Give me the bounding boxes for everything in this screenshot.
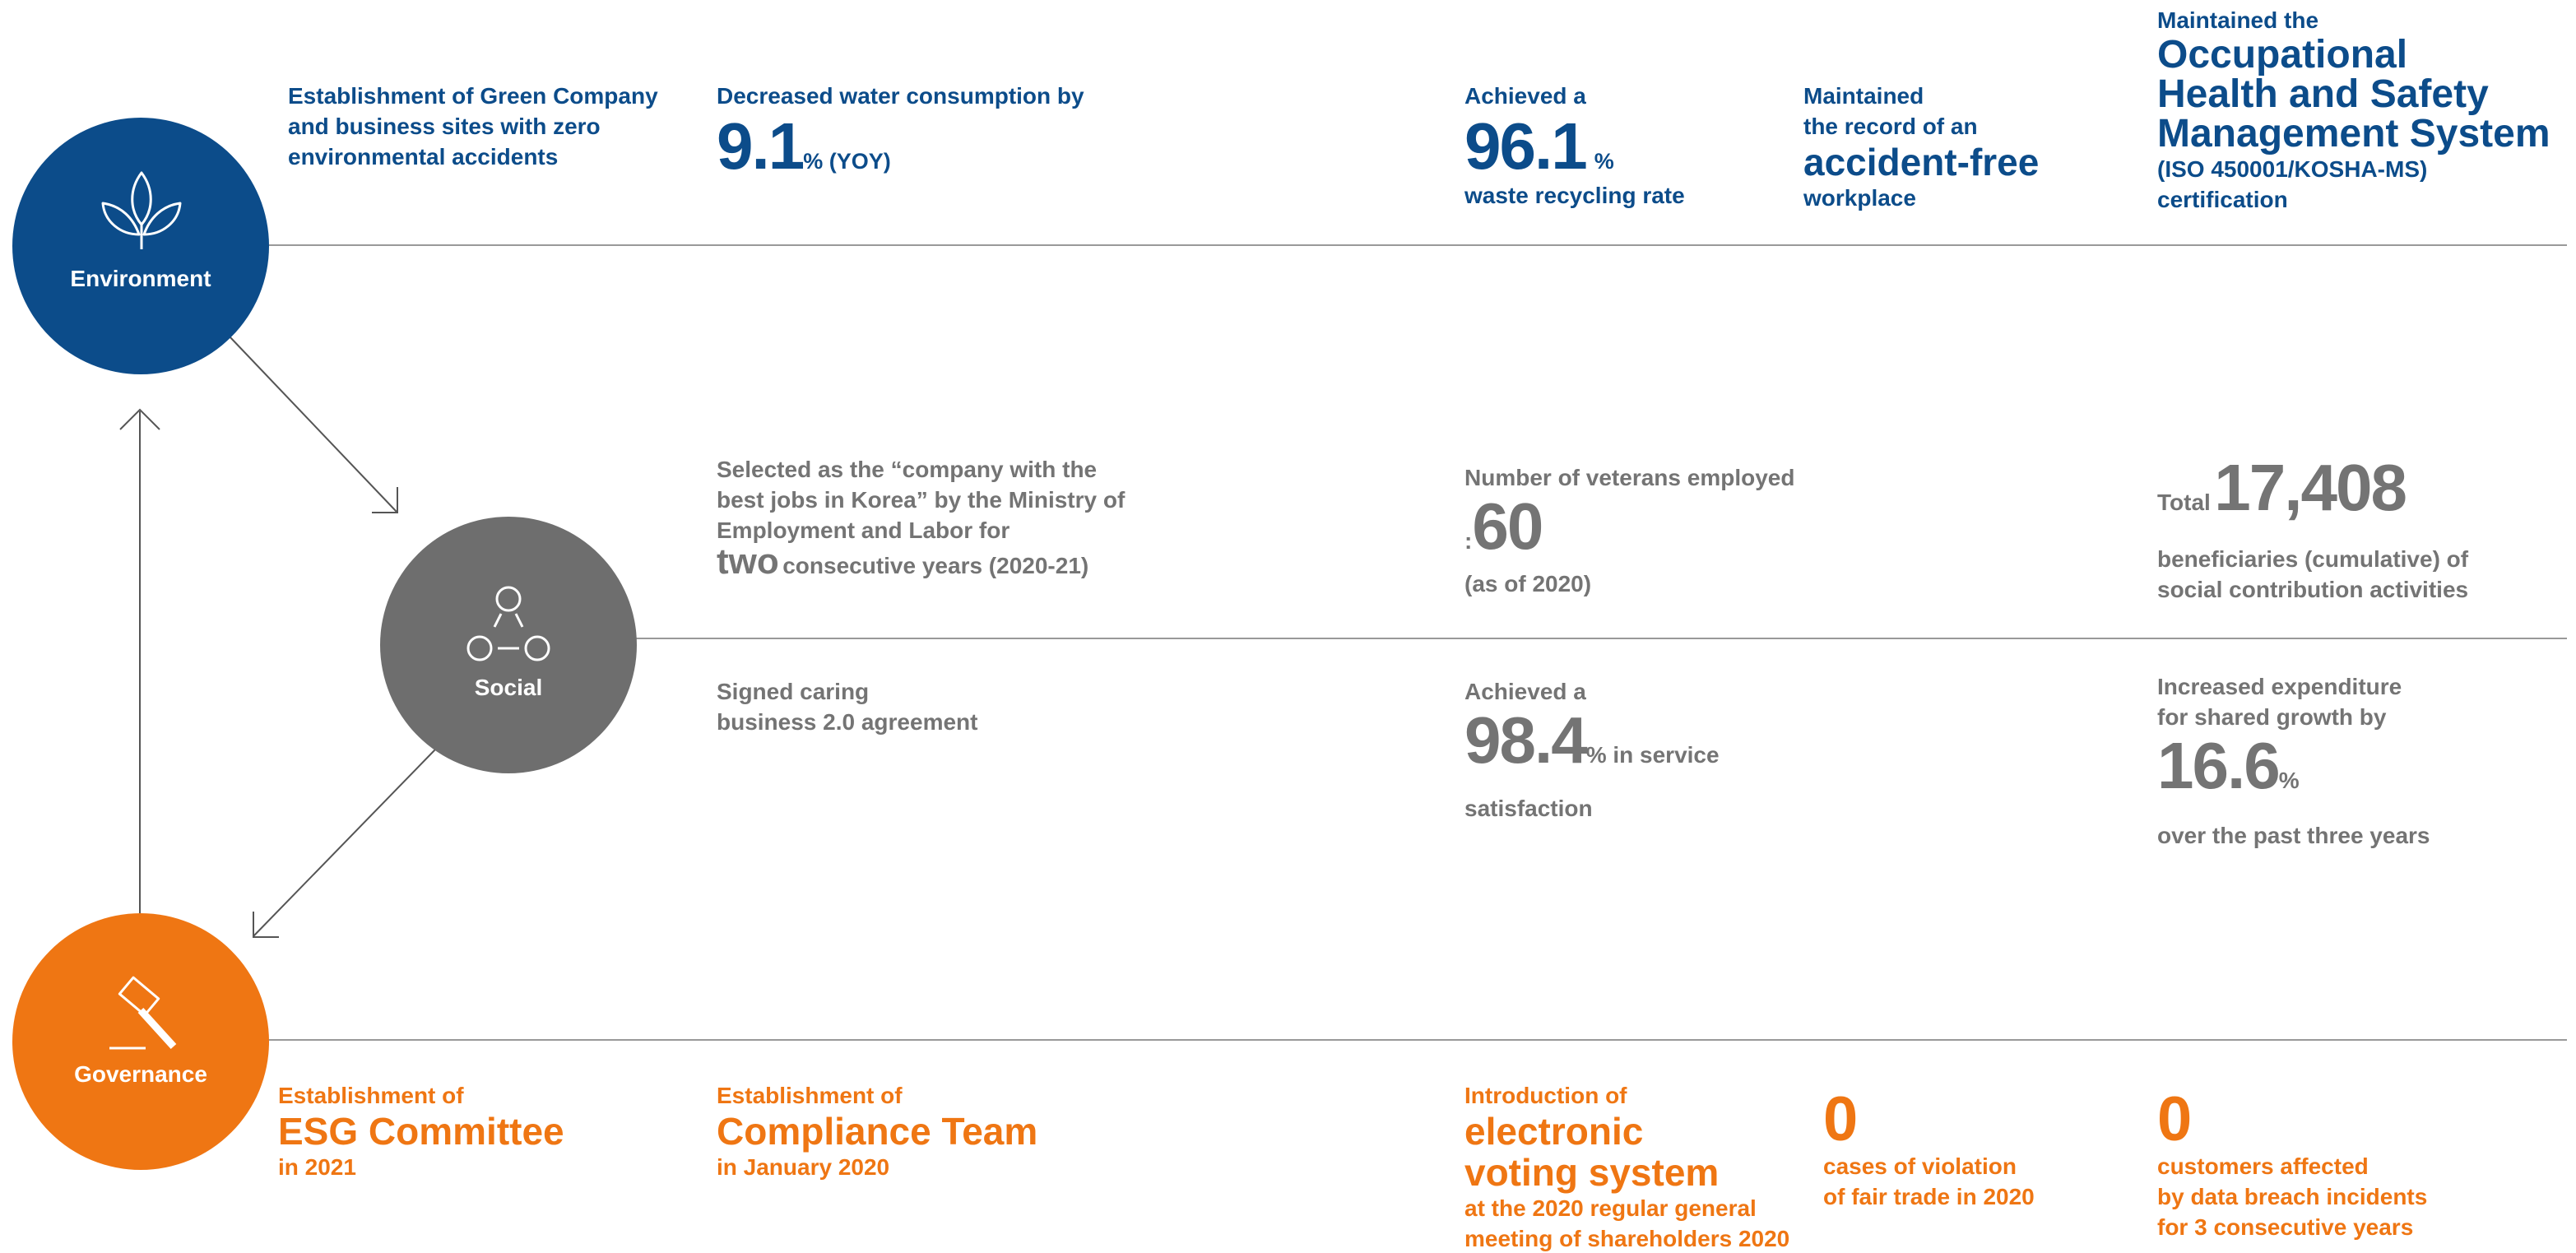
env-ohs-management: Maintained the Occupational Health and S…	[2157, 7, 2550, 212]
governance-circle: Governance	[12, 913, 269, 1170]
beneficiaries-value: 17,408	[2214, 451, 2407, 524]
veterans-value: 60	[1472, 490, 1543, 563]
environment-label: Environment	[70, 266, 211, 291]
social-caring-business: Signed caring business 2.0 agreement	[717, 679, 978, 735]
esg-committee-text: ESG Committee	[278, 1110, 564, 1153]
fair-trade-value: 0	[1823, 1084, 1859, 1154]
social-circle: Social	[380, 517, 637, 773]
water-value: 9.1	[717, 109, 805, 183]
social-beneficiaries: Total 17,408 beneficiaries (cumulative) …	[2157, 451, 2469, 603]
env-water-consumption: Decreased water consumption by 9.1% (YOY…	[717, 83, 1084, 183]
gov-data-breach: 0 customers affected by data breach inci…	[2157, 1084, 2428, 1241]
leaves-icon	[101, 171, 182, 249]
gavel-icon	[109, 976, 177, 1050]
network-nodes-icon	[466, 586, 550, 661]
gov-electronic-voting: Introduction of electronic voting system…	[1464, 1083, 1790, 1251]
compliance-team-text: Compliance Team	[717, 1110, 1038, 1153]
data-breach-value: 0	[2157, 1084, 2193, 1154]
gov-compliance-team: Establishment of Compliance Team in Janu…	[717, 1083, 1038, 1180]
recycling-value: 96.1	[1464, 109, 1588, 183]
satisfaction-value: 98.4	[1464, 703, 1588, 777]
gov-fair-trade: 0 cases of violation of fair trade in 20…	[1823, 1084, 2035, 1210]
social-best-jobs: Selected as the “company with the best j…	[717, 457, 1126, 582]
environment-circle: Environment	[12, 118, 269, 374]
env-waste-recycling: Achieved a 96.1% waste recycling rate	[1464, 83, 1685, 208]
social-label: Social	[474, 675, 543, 700]
two-text: two	[717, 541, 779, 582]
env-green-company: Establishment of Green Company and busin…	[288, 83, 658, 169]
social-service-satisfaction: Achieved a 98.4% in service satisfaction	[1464, 679, 1720, 821]
gov-esg-committee: Establishment of ESG Committee in 2021	[278, 1083, 564, 1180]
social-veterans: Number of veterans employed :60 (as of 2…	[1464, 465, 1795, 596]
social-shared-growth: Increased expenditure for shared growth …	[2157, 674, 2430, 848]
env-accident-free: Maintained the record of an accident-fre…	[1803, 83, 2040, 211]
shared-growth-value: 16.6	[2157, 729, 2281, 802]
accident-free-text: accident-free	[1803, 141, 2040, 183]
governance-label: Governance	[74, 1061, 207, 1087]
